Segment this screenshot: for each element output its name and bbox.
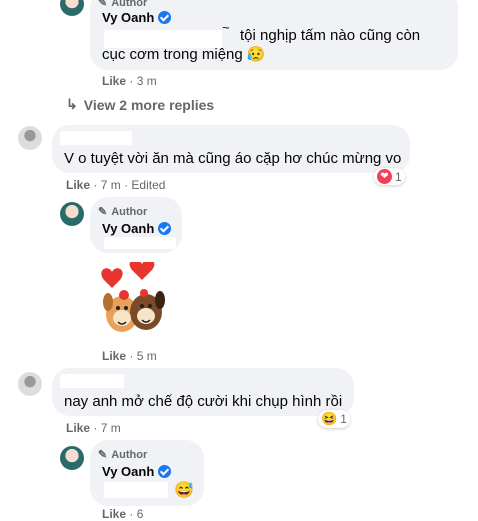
reaction-count: 1 (395, 169, 402, 184)
like-button[interactable]: Like (66, 421, 90, 435)
comment-bubble: ✎ Author Vy Oanh ~ tội nghịp tấm nào cũn… (90, 0, 458, 70)
author-badge: ✎ Author (98, 448, 148, 462)
comment-bubble: ✎ Author Vy Oanh 😅 (90, 440, 204, 506)
comment-actions: Like · 5 m (102, 349, 157, 363)
like-button[interactable]: Like (102, 507, 126, 521)
timestamp[interactable]: 3 m (137, 74, 157, 88)
pencil-icon: ✎ (98, 0, 108, 9)
reply-arrow-icon: ↳ (66, 96, 78, 112)
tilde-mark: ~ (222, 20, 230, 35)
avatar[interactable] (18, 372, 42, 396)
comment-actions: Like · 7 m (66, 421, 121, 435)
author-badge: ✎ Author (98, 205, 148, 219)
avatar[interactable] (60, 202, 84, 226)
commenter-name[interactable]: Vy Oanh (102, 464, 172, 479)
pencil-icon: ✎ (98, 449, 108, 461)
avatar[interactable] (60, 446, 84, 470)
commenter-name[interactable]: Vy Oanh (102, 10, 172, 25)
like-button[interactable]: Like (102, 349, 126, 363)
edited-label: Edited (131, 178, 166, 192)
comment-actions: Like · 6 (102, 507, 144, 521)
comment-text-line2: cục cơm trong miệng 😥 (102, 46, 266, 63)
like-button[interactable]: Like (102, 74, 126, 88)
like-button[interactable]: Like (66, 178, 90, 192)
sticker-image (101, 259, 165, 332)
comment-text: nay anh mở chế độ cười khi chụp hình rồi (64, 393, 343, 410)
emoji: 😥 (246, 46, 266, 63)
commenter-name[interactable]: Vy Oanh (102, 221, 172, 236)
redacted-mention (104, 482, 168, 498)
verified-badge-icon (158, 11, 172, 24)
comment-text: V o tuyệt vời ăn mà cũng áo cặp hơ chúc … (64, 150, 402, 167)
avatar[interactable] (60, 0, 84, 16)
author-badge: ✎ Author (98, 0, 147, 9)
emoji: 😅 (174, 482, 194, 499)
verified-badge-icon (158, 465, 172, 478)
redacted-mention (104, 237, 176, 249)
pencil-icon: ✎ (98, 206, 108, 218)
redacted-name (60, 374, 124, 388)
haha-reaction-icon: 😆 (321, 411, 338, 426)
view-more-replies[interactable]: ↳ View 2 more replies (66, 96, 214, 113)
comment-actions: Like · 3 m (102, 74, 157, 88)
reaction-count: 1 (340, 412, 347, 426)
comment-bubble: V o tuyệt vời ăn mà cũng áo cặp hơ chúc … (52, 125, 410, 173)
comment-text: tội nghịp tấm nào cũng còn (240, 27, 421, 44)
timestamp[interactable]: 7 m (101, 421, 121, 435)
timestamp[interactable]: 7 m (101, 178, 121, 192)
comment-bubble: nay anh mở chế độ cười khi chụp hình rồi (52, 368, 354, 416)
heart-reaction-icon: ❤ (377, 169, 392, 184)
comment-bubble: ✎ Author Vy Oanh (90, 197, 182, 253)
timestamp[interactable]: 5 m (137, 349, 157, 363)
comment-actions: Like · 7 m · Edited (66, 178, 166, 192)
redacted-name (60, 131, 132, 145)
hearts-dogs-sticker[interactable] (94, 259, 172, 342)
reaction-summary[interactable]: ❤ 1 (374, 168, 405, 185)
avatar[interactable] (18, 126, 42, 150)
timestamp[interactable]: 6 (137, 507, 144, 521)
verified-badge-icon (158, 222, 172, 235)
reaction-summary[interactable]: 😆 1 (318, 410, 350, 428)
